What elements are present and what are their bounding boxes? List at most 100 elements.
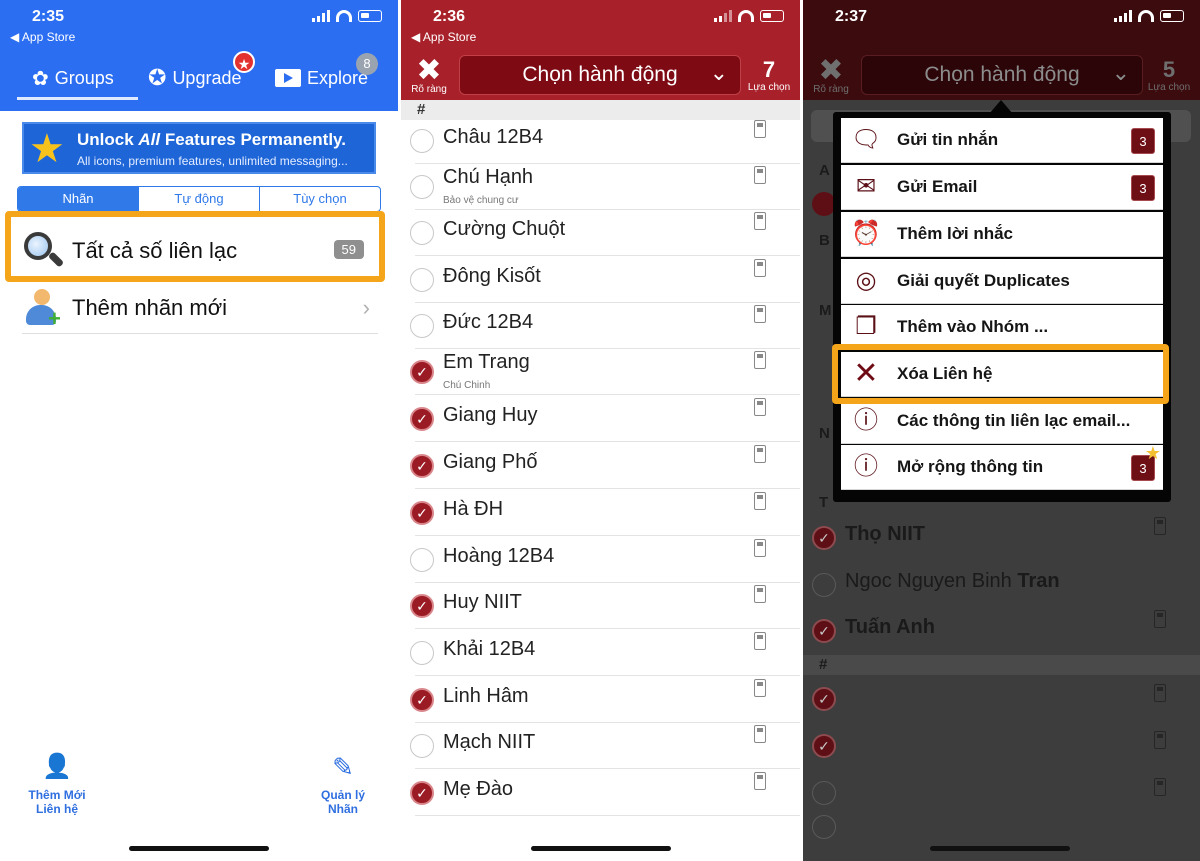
- checkbox-unchecked[interactable]: [410, 175, 434, 199]
- contact-row[interactable]: Châu 12B4: [401, 118, 800, 164]
- contact-row[interactable]: ✓ Huy NIIT: [401, 583, 800, 629]
- back-to-app-store-link[interactable]: ◀ App Store: [10, 30, 75, 44]
- contact-row[interactable]: Cường Chuột: [401, 210, 800, 256]
- checkbox-checked[interactable]: ✓: [410, 594, 434, 618]
- checkbox-unchecked[interactable]: [812, 573, 836, 597]
- phone-icon: [754, 679, 766, 697]
- menu-item-g-i-email[interactable]: ✉ Gửi Email 3: [841, 165, 1163, 210]
- tab-upgrade[interactable]: ✪ Upgrade: [148, 55, 241, 101]
- contact-name-first: Ngoc Nguyen Binh: [845, 570, 1018, 592]
- contact-row[interactable]: ✓ Tuấn Anh: [803, 608, 1200, 654]
- contact-row[interactable]: Hoàng 12B4: [401, 537, 800, 583]
- contact-row[interactable]: ✓ Hà ĐH: [401, 490, 800, 536]
- selection-counter: 5 Lựa chọn: [1144, 58, 1194, 94]
- phone-icon: [1154, 517, 1166, 535]
- checkbox-checked[interactable]: ✓: [410, 454, 434, 478]
- checkbox-checked[interactable]: ✓: [812, 734, 836, 758]
- contact-name: Linh Hâm: [443, 685, 529, 707]
- wifi-icon: [1138, 10, 1154, 22]
- contact-name: Ngoc Nguyen Binh Tran: [845, 570, 1060, 593]
- checkbox-unchecked[interactable]: [410, 734, 434, 758]
- menu-item-th-m-l-i-nh-c[interactable]: ⏰ Thêm lời nhắc: [841, 212, 1163, 257]
- manage-labels-button[interactable]: ✎ Quản lý Nhãn: [298, 752, 388, 816]
- contact-row[interactable]: Đông Kisốt: [401, 257, 800, 303]
- back-to-app-store-link[interactable]: ◀ App Store: [411, 30, 476, 44]
- choose-action-dropdown[interactable]: Chọn hành động ⌄: [459, 55, 741, 95]
- highlight-box: [832, 344, 1169, 404]
- contact-row[interactable]: Ngoc Nguyen Binh Tran: [803, 562, 1200, 608]
- contact-row[interactable]: Mạch NIIT: [401, 723, 800, 769]
- contact-row[interactable]: ✓ Em Trang Chú Chinh: [401, 349, 800, 395]
- menu-item-label: Gửi tin nhắn: [897, 130, 999, 149]
- status-time: 2:35: [32, 8, 65, 25]
- checkbox-unchecked[interactable]: [410, 268, 434, 292]
- contact-row[interactable]: ✓: [803, 723, 1200, 769]
- contact-row[interactable]: [803, 813, 1200, 859]
- tab-explore[interactable]: Explore: [275, 55, 368, 101]
- contact-row[interactable]: Đức 12B4: [401, 303, 800, 349]
- contact-row[interactable]: ✓: [803, 676, 1200, 722]
- checkbox-unchecked[interactable]: [410, 221, 434, 245]
- checkbox-unchecked[interactable]: [410, 129, 434, 153]
- divider: [22, 333, 378, 334]
- add-contact-button[interactable]: 👤 Thêm Mới Liên hệ: [12, 752, 102, 816]
- clear-label: Rõ ràng: [813, 84, 849, 95]
- chevron-right-icon: ›: [362, 295, 370, 320]
- segment-labels[interactable]: Nhãn: [18, 187, 138, 211]
- contact-row[interactable]: ✓ Giang Huy: [401, 396, 800, 442]
- phone-icon: [754, 585, 766, 603]
- segment-options[interactable]: Tùy chọn: [259, 187, 380, 211]
- contact-row[interactable]: ✓ Thọ NIIT: [803, 515, 1200, 561]
- checkbox-unchecked[interactable]: [812, 781, 836, 805]
- divider: [415, 535, 800, 536]
- section-header: #: [401, 100, 800, 120]
- phone-icon: [1154, 778, 1166, 796]
- add-contact-line1: Thêm Mới: [28, 788, 86, 802]
- count-badge: 3: [1131, 175, 1155, 201]
- menu-item-c-c-th-ng-tin-li-n-l-c-email[interactable]: ⓘ Các thông tin liên lạc email...: [841, 399, 1163, 444]
- checkbox-checked[interactable]: ✓: [410, 781, 434, 805]
- phone-icon: [1154, 684, 1166, 702]
- status-icons: [312, 10, 382, 22]
- choose-action-dropdown[interactable]: Chọn hành động ⌄: [861, 55, 1143, 95]
- checkbox-unchecked[interactable]: [410, 314, 434, 338]
- segment-auto[interactable]: Tự động: [138, 187, 259, 211]
- checkbox-checked[interactable]: ✓: [410, 688, 434, 712]
- checkbox-checked[interactable]: ✓: [812, 526, 836, 550]
- contact-row[interactable]: Chú Hạnh Bảo vệ chung cư: [401, 164, 800, 210]
- divider: [415, 441, 800, 442]
- menu-item-m-r-ng-th-ng-tin[interactable]: ⓘ Mở rộng thông tin 3 ★: [841, 443, 1163, 490]
- action-menu-screen: 2:37 ✖ Rõ ràng Chọn hành động ⌄ 5 Lựa ch…: [803, 0, 1200, 861]
- checkbox-checked[interactable]: ✓: [410, 501, 434, 525]
- checkbox-checked[interactable]: ✓: [812, 619, 836, 643]
- phone-icon: [754, 166, 766, 184]
- checkbox-unchecked[interactable]: [410, 548, 434, 572]
- choose-action-label: Chọn hành động: [522, 63, 678, 86]
- contact-row[interactable]: [803, 770, 1200, 816]
- phone-icon: [754, 398, 766, 416]
- contact-row[interactable]: ✓ Linh Hâm: [401, 677, 800, 723]
- checkbox-unchecked[interactable]: [410, 641, 434, 665]
- tab-groups[interactable]: ✿ Groups: [32, 55, 114, 101]
- checkbox-checked[interactable]: ✓: [410, 360, 434, 384]
- contact-row[interactable]: ✓ Mẹ Đào: [401, 770, 800, 816]
- unlock-banner[interactable]: ★ Unlock All Features Permanently. All i…: [22, 122, 376, 174]
- battery-icon: [760, 10, 784, 22]
- checkbox-checked[interactable]: ✓: [410, 407, 434, 431]
- add-label-row[interactable]: + Thêm nhãn mới ›: [22, 282, 378, 334]
- signal-icon: [714, 10, 732, 22]
- divider: [415, 768, 800, 769]
- clear-button[interactable]: ✖ Rõ ràng: [811, 56, 851, 96]
- checkbox-unchecked[interactable]: [812, 815, 836, 839]
- status-icons: [1114, 10, 1184, 22]
- signal-icon: [312, 10, 330, 22]
- all-contacts-row[interactable]: Tất cả số liên lạc 59: [22, 225, 378, 277]
- select-contacts-screen: 2:36 ◀ App Store ✖ Rõ ràng Chọn hành độn…: [401, 0, 800, 861]
- contact-name: Tuấn Anh: [845, 616, 935, 638]
- menu-item-gi-i-quy-t-duplicates[interactable]: ◎ Giải quyết Duplicates: [841, 259, 1163, 304]
- menu-item-g-i-tin-nh-n[interactable]: 🗨 Gửi tin nhắn 3: [841, 118, 1163, 163]
- contact-row[interactable]: Khải 12B4: [401, 630, 800, 676]
- contact-row[interactable]: ✓ Giang Phố: [401, 443, 800, 489]
- checkbox-checked[interactable]: ✓: [812, 687, 836, 711]
- clear-button[interactable]: ✖ Rõ ràng: [409, 56, 449, 96]
